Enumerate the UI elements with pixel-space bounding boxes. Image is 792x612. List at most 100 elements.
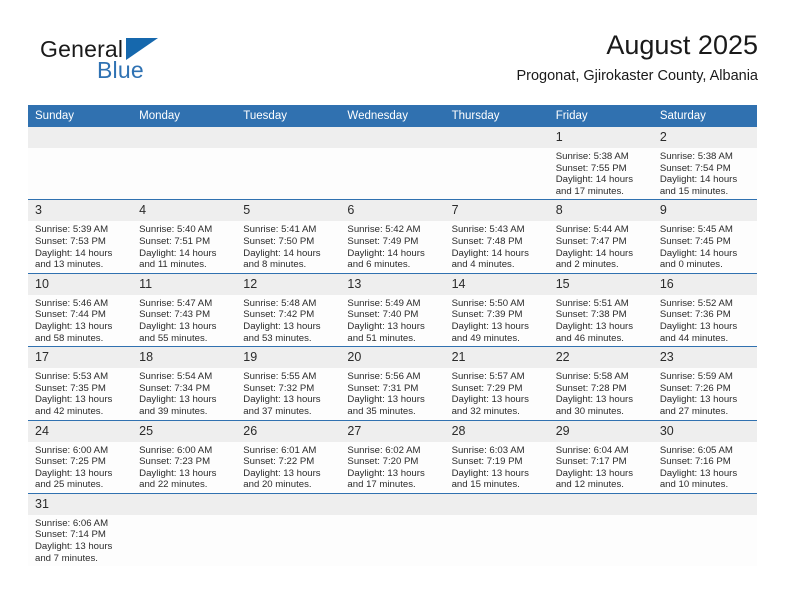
calendar-day-cell[interactable]: 1 Sunrise: 5:38 AM Sunset: 7:55 PM Daylight… [548,127,653,200]
page-header: General Blue August 2025 Progonat, Gjiro… [28,28,758,94]
calendar-day-cell[interactable]: 18 Sunrise: 5:54 AM Sunset: 7:34 PM Dayligh… [132,346,237,420]
calendar-day-cell[interactable]: 25 Sunrise: 6:00 AM Sunset: 7:23 PM Dayligh… [132,419,237,494]
calendar-cell-empty [132,127,237,200]
daylight-text-line2: and 27 minutes. [659,405,729,417]
daylight-text-line1: Daylight: 13 hours [451,467,529,479]
sunrise-text: Sunrise: 5:47 AM [139,297,213,309]
sunrise-text: Sunrise: 5:48 AM [243,297,317,309]
calendar-day-cell[interactable]: 11 Sunrise: 5:47 AM Sunset: 7:43 PM Dayligh… [132,272,237,347]
sunset-text: Sunset: 7:22 PM [243,456,315,468]
sunrise-text: Sunrise: 6:02 AM [347,444,421,456]
daylight-text-line1: Daylight: 14 hours [659,247,738,259]
sunset-text: Sunset: 7:53 PM [35,235,106,247]
daylight-text-line1: Daylight: 13 hours [243,467,321,479]
brand-logo[interactable]: General Blue [40,36,240,92]
day-number: 11 [132,273,237,295]
day-number [236,493,341,515]
sunrise-text: Sunrise: 5:38 AM [555,151,629,162]
daylight-text-line1: Daylight: 13 hours [451,394,529,406]
calendar-day-cell[interactable]: 26 Sunrise: 6:01 AM Sunset: 7:22 PM Dayligh… [236,419,341,494]
day-details: Sunrise: 5:38 AM Sunset: 7:54 PM Daylight:… [653,148,757,199]
calendar-day-cell[interactable]: 23 Sunrise: 5:59 AM Sunset: 7:26 PM Dayligh… [652,346,757,420]
daylight-text-line2: and 30 minutes. [555,405,624,417]
calendar-day-cell[interactable]: 15 Sunrise: 5:51 AM Sunset: 7:38 PM Dayligh… [548,272,653,347]
calendar-day-cell[interactable]: 13 Sunrise: 5:49 AM Sunset: 7:40 PM Dayligh… [340,272,445,347]
day-number: 10 [28,273,133,295]
calendar-day-cell[interactable]: 24 Sunrise: 6:00 AM Sunset: 7:25 PM Dayligh… [28,419,133,494]
calendar-day-cell[interactable]: 9 Sunrise: 5:45 AM Sunset: 7:45 PM Daylight… [652,199,757,274]
sunset-text: Sunset: 7:20 PM [347,456,419,468]
calendar-day-cell[interactable]: 29 Sunrise: 6:04 AM Sunset: 7:17 PM Dayligh… [548,419,653,494]
calendar-week-row: 10 Sunrise: 5:46 AM Sunset: 7:44 PM Dayligh… [28,272,757,347]
calendar-header-row: Sunday Monday Tuesday Wednesday Thursday… [28,105,757,127]
calendar-day-cell[interactable]: 28 Sunrise: 6:03 AM Sunset: 7:19 PM Dayligh… [444,419,549,494]
day-number [652,493,757,515]
sunrise-text: Sunrise: 5:38 AM [659,151,733,162]
calendar-week-row: 31 Sunrise: 6:06 AM Sunset: 7:14 PM Dayligh… [28,492,757,567]
calendar-day-cell[interactable]: 8 Sunrise: 5:44 AM Sunset: 7:47 PM Daylight… [548,199,653,274]
sunrise-text: Sunrise: 6:00 AM [139,444,213,456]
daylight-text-line2: and 37 minutes. [243,405,312,417]
calendar-day-cell[interactable]: 20 Sunrise: 5:56 AM Sunset: 7:31 PM Dayligh… [340,346,445,420]
daylight-text-line1: Daylight: 13 hours [139,394,217,406]
day-details: Sunrise: 5:39 AM Sunset: 7:53 PM Daylight:… [28,221,132,272]
sunset-text: Sunset: 7:29 PM [451,382,523,394]
day-number [340,493,445,515]
calendar-day-cell[interactable]: 2 Sunrise: 5:38 AM Sunset: 7:54 PM Daylight… [652,127,757,200]
calendar-cell-empty [340,492,445,567]
daylight-text-line1: Daylight: 13 hours [35,541,113,553]
calendar-day-cell[interactable]: 27 Sunrise: 6:02 AM Sunset: 7:20 PM Dayligh… [340,419,445,494]
calendar-day-cell[interactable]: 30 Sunrise: 6:05 AM Sunset: 7:16 PM Dayligh… [652,419,757,494]
day-details: Sunrise: 5:54 AM Sunset: 7:34 PM Daylight:… [132,368,236,419]
daylight-text-line2: and 6 minutes. [347,259,411,271]
sunrise-text: Sunrise: 6:03 AM [451,444,525,456]
calendar-day-cell[interactable]: 5 Sunrise: 5:41 AM Sunset: 7:50 PM Daylight… [236,199,341,274]
calendar-day-cell[interactable]: 7 Sunrise: 5:43 AM Sunset: 7:48 PM Daylight… [444,199,549,274]
calendar-day-cell[interactable]: 19 Sunrise: 5:55 AM Sunset: 7:32 PM Dayligh… [236,346,341,420]
calendar-day-cell[interactable]: 4 Sunrise: 5:40 AM Sunset: 7:51 PM Daylight… [132,199,237,274]
calendar-cell-empty [340,127,445,200]
calendar-cell-empty [444,127,549,200]
daylight-text-line2: and 17 minutes. [347,479,416,491]
calendar-day-cell[interactable]: 21 Sunrise: 5:57 AM Sunset: 7:29 PM Dayligh… [444,346,549,420]
day-details: Sunrise: 5:40 AM Sunset: 7:51 PM Daylight:… [132,221,236,272]
sunrise-text: Sunrise: 5:51 AM [555,297,629,309]
calendar-day-cell[interactable]: 6 Sunrise: 5:42 AM Sunset: 7:49 PM Daylight… [340,199,445,274]
calendar-cell-empty [652,492,757,567]
day-details: Sunrise: 6:04 AM Sunset: 7:17 PM Daylight:… [549,442,653,493]
calendar-day-cell[interactable]: 16 Sunrise: 5:52 AM Sunset: 7:36 PM Dayligh… [652,272,757,347]
daylight-text-line2: and 0 minutes. [659,259,723,271]
sunset-text: Sunset: 7:19 PM [451,456,523,468]
sunset-text: Sunset: 7:42 PM [243,309,315,321]
daylight-text-line1: Daylight: 14 hours [451,247,529,259]
daylight-text-line1: Daylight: 13 hours [347,467,425,479]
calendar-day-cell[interactable]: 14 Sunrise: 5:50 AM Sunset: 7:39 PM Dayligh… [444,272,549,347]
calendar-day-cell[interactable]: 17 Sunrise: 5:53 AM Sunset: 7:35 PM Dayligh… [28,346,133,420]
day-details: Sunrise: 5:45 AM Sunset: 7:45 PM Daylight:… [653,221,757,272]
calendar-day-cell[interactable]: 12 Sunrise: 5:48 AM Sunset: 7:42 PM Dayligh… [236,272,341,347]
calendar-day-cell[interactable]: 10 Sunrise: 5:46 AM Sunset: 7:44 PM Dayligh… [28,272,133,347]
daylight-text-line2: and 10 minutes. [659,479,729,491]
day-number [444,127,549,148]
sunset-text: Sunset: 7:50 PM [243,235,315,247]
sunset-text: Sunset: 7:36 PM [659,309,731,321]
day-number: 9 [652,200,757,222]
sunrise-text: Sunrise: 5:50 AM [451,297,525,309]
day-number: 13 [340,273,445,295]
daylight-text-line1: Daylight: 13 hours [35,467,113,479]
calendar-day-cell[interactable]: 31 Sunrise: 6:06 AM Sunset: 7:14 PM Dayligh… [28,492,133,567]
sunset-text: Sunset: 7:38 PM [555,309,627,321]
calendar-week-row: 3 Sunrise: 5:39 AM Sunset: 7:53 PM Daylight… [28,199,757,274]
daylight-text-line2: and 53 minutes. [243,332,312,344]
sunset-text: Sunset: 7:51 PM [139,235,211,247]
daylight-text-line2: and 13 minutes. [35,259,104,271]
daylight-text-line1: Daylight: 13 hours [243,394,321,406]
daylight-text-line2: and 8 minutes. [243,259,307,271]
calendar-day-cell[interactable]: 3 Sunrise: 5:39 AM Sunset: 7:53 PM Daylight… [28,199,133,274]
sunset-text: Sunset: 7:40 PM [347,309,419,321]
sunset-text: Sunset: 7:45 PM [659,235,731,247]
sunset-text: Sunset: 7:34 PM [139,382,211,394]
page-title: August 2025 [606,30,758,60]
calendar-day-cell[interactable]: 22 Sunrise: 5:58 AM Sunset: 7:28 PM Dayligh… [548,346,653,420]
calendar-cell-empty [236,127,341,200]
